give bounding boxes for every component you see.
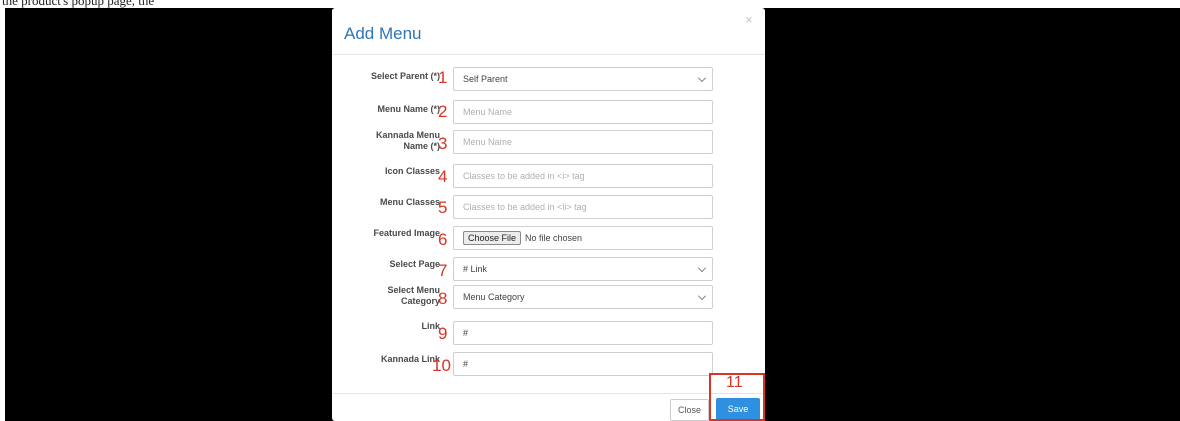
select-page-dropdown[interactable]: # Link (453, 257, 713, 281)
menu-name-input[interactable]: Menu Name (453, 100, 713, 124)
close-icon[interactable]: × (745, 12, 753, 27)
select-parent-label: Select Parent (*) (370, 71, 440, 81)
icon-classes-label: Icon Classes (384, 166, 440, 176)
step-number-11: 11 (726, 374, 743, 391)
select-parent-value: Self Parent (463, 74, 508, 84)
step-number-1: 1 (438, 68, 448, 87)
close-button[interactable]: Close (670, 399, 709, 421)
featured-image-label: Featured Image (373, 228, 440, 238)
menu-classes-placeholder: Classes to be added in <li> tag (463, 202, 587, 212)
kannada-link-label: Kannada Link (380, 354, 440, 364)
kannada-menu-name-input[interactable]: Menu Name (453, 130, 713, 154)
header-divider (332, 54, 765, 55)
file-status-text: No file chosen (525, 233, 583, 243)
link-label: Link (421, 321, 440, 331)
select-page-value: # Link (463, 264, 488, 274)
select-menu-category-dropdown[interactable]: Menu Category (453, 285, 713, 309)
select-menu-category-value: Menu Category (463, 292, 525, 302)
select-menu-category-label: Select Menu Category (387, 285, 440, 306)
step-number-10: 10 (432, 356, 451, 375)
icon-classes-placeholder: Classes to be added in <i> tag (463, 171, 585, 181)
step-number-2: 2 (438, 102, 448, 121)
menu-classes-label: Menu Classes (379, 197, 440, 207)
choose-file-button[interactable]: Choose File (463, 231, 522, 245)
link-value: # (463, 328, 469, 338)
kannada-link-input[interactable]: # (453, 352, 713, 376)
link-input[interactable]: # (453, 321, 713, 345)
menu-name-label: Menu Name (*) (377, 104, 440, 114)
form-row-kannada-link: Kannada Link 10 # (332, 351, 765, 391)
modal-title: Add Menu (344, 24, 422, 43)
select-page-label: Select Page (389, 259, 440, 269)
kannada-link-value: # (463, 359, 469, 369)
kannada-menu-name-placeholder: Menu Name (463, 137, 513, 147)
menu-classes-input[interactable]: Classes to be added in <li> tag (453, 195, 713, 219)
step-number-7: 7 (438, 261, 448, 280)
step-number-5: 5 (438, 198, 448, 217)
step-number-8: 8 (438, 289, 448, 308)
step-number-3: 3 (438, 134, 448, 153)
menu-name-placeholder: Menu Name (463, 107, 513, 117)
chevron-down-icon (698, 74, 706, 82)
select-parent-dropdown[interactable]: Self Parent (453, 67, 713, 91)
step-number-6: 6 (438, 230, 448, 249)
icon-classes-input[interactable]: Classes to be added in <i> tag (453, 164, 713, 188)
step-number-4: 4 (438, 167, 448, 186)
featured-image-file-input: Choose File No file chosen (453, 226, 713, 250)
step-number-9: 9 (438, 324, 448, 343)
kannada-menu-name-label: Kannada Menu Name (*) (375, 130, 440, 151)
footer-divider (332, 393, 765, 394)
chevron-down-icon (698, 292, 706, 300)
add-menu-modal: Add Menu × Select Parent (*) 1 Self Pare… (332, 8, 765, 421)
chevron-down-icon (698, 264, 706, 272)
